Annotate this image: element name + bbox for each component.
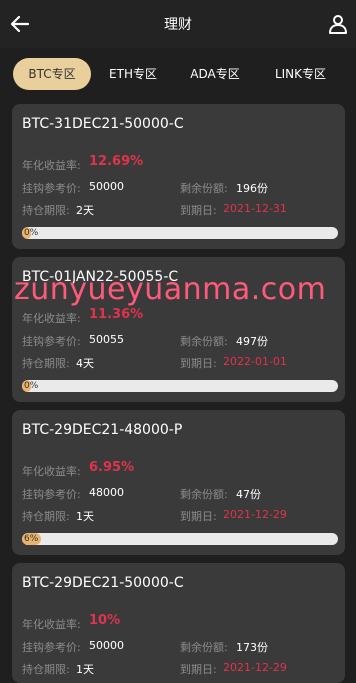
ref-price-label: 挂钩参考价: <box>22 335 81 348</box>
ref-price-label: 挂钩参考价: <box>22 182 81 195</box>
due-label: 到期日: <box>180 204 217 217</box>
hold-label: 持仓期限: <box>22 357 70 370</box>
remaining-label: 剩余份额: <box>180 641 228 654</box>
product-card[interactable]: BTC-31DEC21-50000-C 年化收益率: 12.69% 挂钩参考价:… <box>12 104 345 249</box>
rate-label: 年化收益率: <box>22 312 81 325</box>
hold-value: 4天 <box>76 357 94 370</box>
rate-label: 年化收益率: <box>22 159 81 172</box>
remaining-label: 剩余份额: <box>180 182 228 195</box>
remaining-label: 剩余份额: <box>180 488 228 501</box>
due-label: 到期日: <box>180 510 217 523</box>
tab-btc[interactable]: BTC专区 <box>13 58 91 90</box>
progress-text: 0% <box>24 381 39 391</box>
tab-eth[interactable]: ETH专区 <box>98 58 168 90</box>
product-title: BTC-29DEC21-50000-C <box>22 575 184 591</box>
progress-text: 0% <box>24 228 39 238</box>
remaining-value: 173份 <box>236 641 268 654</box>
ref-price-value: 50000 <box>89 639 124 652</box>
rate-value: 12.69% <box>89 154 144 169</box>
hold-label: 持仓期限: <box>22 663 70 676</box>
tab-link[interactable]: LINK专区 <box>263 58 338 90</box>
rate-value: 10% <box>89 613 121 628</box>
ref-price-value: 48000 <box>89 486 124 499</box>
ref-price-value: 50000 <box>89 180 124 193</box>
due-value: 2021-12-29 <box>223 661 287 674</box>
product-card[interactable]: BTC-01JAN22-50055-C 年化收益率: 11.36% 挂钩参考价:… <box>12 257 345 402</box>
remaining-value: 47份 <box>236 488 261 501</box>
remaining-label: 剩余份额: <box>180 335 228 348</box>
progress-text: 6% <box>24 534 39 544</box>
product-title: BTC-29DEC21-48000-P <box>22 422 183 438</box>
rate-value: 6.95% <box>89 460 135 475</box>
remaining-value: 196份 <box>236 182 268 195</box>
hold-value: 2天 <box>76 204 94 217</box>
zone-tabs: BTC专区 ETH专区 ADA专区 LINK专区 <box>0 56 356 92</box>
progress-bar: 6% <box>22 533 338 545</box>
ref-price-label: 挂钩参考价: <box>22 641 81 654</box>
rate-label: 年化收益率: <box>22 465 81 478</box>
progress-bar: 0% <box>22 380 338 392</box>
hold-value: 1天 <box>76 510 94 523</box>
ref-price-value: 50055 <box>89 333 124 346</box>
due-value: 2022-01-01 <box>223 355 287 368</box>
product-card[interactable]: BTC-29DEC21-50000-C 年化收益率: 10% 挂钩参考价: 50… <box>12 563 345 683</box>
due-label: 到期日: <box>180 357 217 370</box>
product-title: BTC-01JAN22-50055-C <box>22 269 179 285</box>
ref-price-label: 挂钩参考价: <box>22 488 81 501</box>
hold-value: 1天 <box>76 663 94 676</box>
product-card[interactable]: BTC-29DEC21-48000-P 年化收益率: 6.95% 挂钩参考价: … <box>12 410 345 555</box>
remaining-value: 497份 <box>236 335 268 348</box>
user-icon[interactable] <box>326 12 350 36</box>
due-value: 2021-12-31 <box>223 202 287 215</box>
rate-label: 年化收益率: <box>22 618 81 631</box>
due-value: 2021-12-29 <box>223 508 287 521</box>
hold-label: 持仓期限: <box>22 510 70 523</box>
product-title: BTC-31DEC21-50000-C <box>22 116 184 132</box>
app-header: 理财 <box>0 0 356 48</box>
hold-label: 持仓期限: <box>22 204 70 217</box>
progress-bar: 0% <box>22 227 338 239</box>
tab-ada[interactable]: ADA专区 <box>180 58 250 90</box>
due-label: 到期日: <box>180 663 217 676</box>
page-title: 理财 <box>164 17 192 33</box>
rate-value: 11.36% <box>89 307 144 322</box>
